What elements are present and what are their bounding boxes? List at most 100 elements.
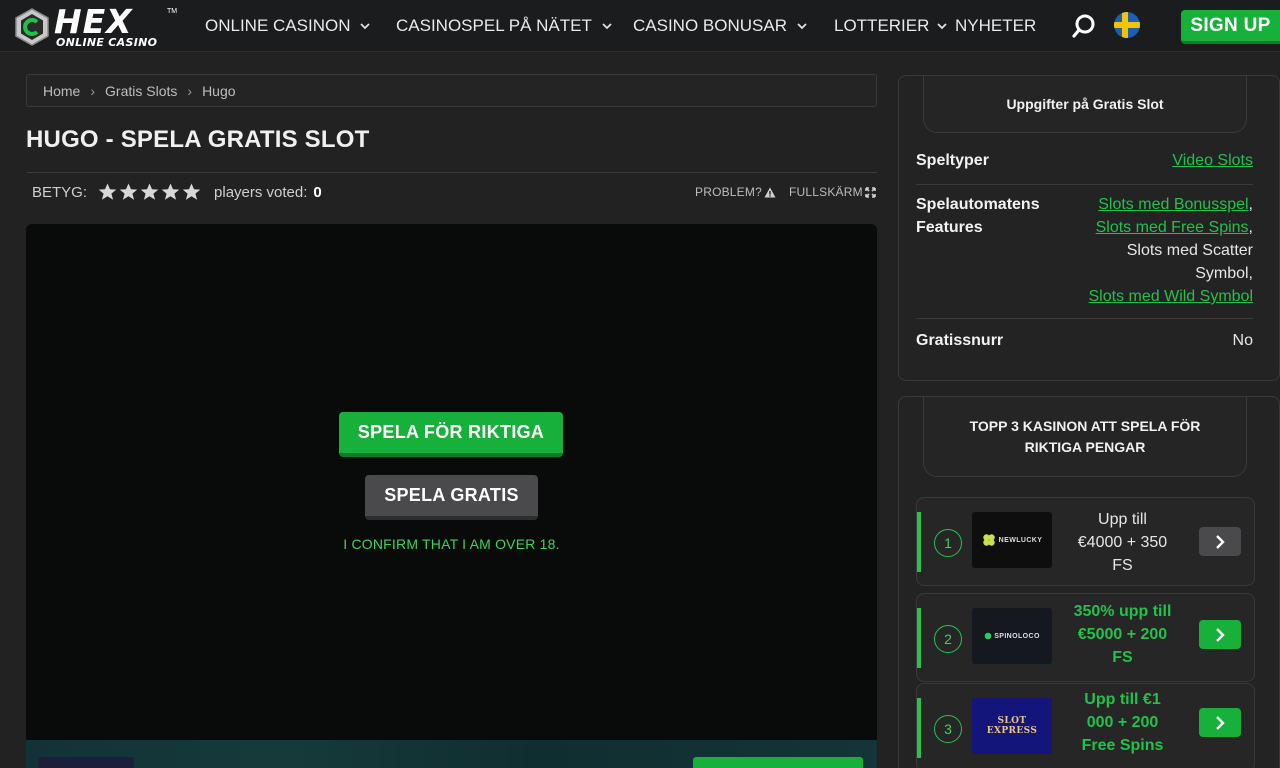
detail-key-line: Features: [916, 219, 983, 236]
play-real-money-button[interactable]: SPELA FÖR RIKTIGA: [339, 412, 563, 457]
site-header: HEX TM ONLINE CASINO ONLINE CASINON CASI…: [0, 0, 1280, 52]
panel-title-line: TOPP 3 KASINON ATT SPELA FÖR: [969, 417, 1201, 434]
wild-symbol-link[interactable]: Slots med Wild Symbol: [1089, 288, 1254, 305]
problem-label: PROBLEM?: [695, 185, 762, 199]
scatter-text-cont: Symbol,: [1195, 265, 1253, 282]
casino-logo-text: SLOT EXPRESS: [986, 716, 1038, 736]
chevron-right-icon: ›: [90, 82, 96, 99]
offer-line: 000 + 200: [1086, 714, 1159, 731]
game-frame: SPELA FÖR RIKTIGA SPELA GRATIS I CONFIRM…: [26, 224, 877, 740]
video-slots-link[interactable]: Video Slots: [1172, 152, 1253, 169]
divider: [916, 184, 1253, 185]
star-icon[interactable]: [97, 182, 118, 202]
breadcrumb-gratis-slots[interactable]: Gratis Slots: [105, 83, 177, 99]
casino-go-button[interactable]: [1199, 620, 1241, 649]
rank-badge: 1: [934, 529, 962, 557]
rank-badge: 3: [934, 715, 962, 743]
nav-label: ONLINE CASINON: [205, 16, 351, 35]
casino-logo[interactable]: SLOT EXPRESS: [972, 698, 1052, 754]
fullscreen-icon: [865, 186, 876, 198]
rating-label: BETYG:: [32, 183, 88, 201]
offer-line: Free Spins: [1081, 737, 1164, 754]
chevron-right-icon: [1216, 715, 1225, 730]
search-icon[interactable]: [1072, 13, 1096, 39]
offer-line: FS: [1112, 649, 1133, 666]
chevron-down-icon: [795, 19, 809, 33]
star-icon[interactable]: [139, 182, 160, 202]
nav-casino-bonusar[interactable]: CASINO BONUSAR: [633, 16, 809, 36]
banner-thumbnail[interactable]: [38, 757, 134, 768]
detail-key-line: Spelautomatens: [916, 196, 1040, 213]
casino-offer: Upp till €4000 + 350 FS: [1060, 508, 1185, 577]
fullscreen-link[interactable]: FULLSKÄRM: [789, 185, 876, 199]
offer-line: FS: [1112, 557, 1133, 574]
casino-go-button[interactable]: [1199, 708, 1241, 737]
chevron-down-icon: [935, 19, 949, 33]
card-accent: [917, 608, 921, 668]
slot-details-panel: Uppgifter på Gratis Slot Speltyper Video…: [898, 75, 1280, 381]
casino-card[interactable]: 3 SLOT EXPRESS Upp till €1 000 + 200 Fre…: [916, 683, 1255, 768]
play-free-button[interactable]: SPELA GRATIS: [365, 475, 538, 520]
logo-badge-icon: [15, 8, 49, 46]
rating-row: BETYG: players voted: 0: [32, 181, 322, 203]
sweden-flag-icon[interactable]: [1114, 12, 1140, 38]
casino-offer: Upp till €1 000 + 200 Free Spins: [1060, 688, 1185, 757]
scatter-text: Slots med Scatter: [1126, 242, 1253, 259]
banner-cta-button[interactable]: [693, 757, 863, 768]
casino-logo[interactable]: SPINOLOCO: [972, 608, 1052, 664]
detail-key: Speltyper: [916, 152, 989, 169]
clover-icon: [982, 534, 995, 546]
nav-label: CASINO BONUSAR: [633, 16, 787, 35]
casino-offer: 350% upp till €5000 + 200 FS: [1060, 600, 1185, 669]
offer-line: Upp till: [1098, 511, 1147, 528]
nav-lotterier[interactable]: LOTTERIER: [834, 16, 949, 36]
offer-line: 350% upp till: [1073, 603, 1172, 620]
nav-label: CASINOSPEL PÅ NÄTET: [396, 16, 592, 35]
star-icon[interactable]: [118, 182, 139, 202]
report-problem-link[interactable]: PROBLEM?: [695, 185, 776, 199]
casino-card[interactable]: 1 NEWLUCKY Upp till €4000 + 350 FS: [916, 497, 1255, 586]
casino-logo-text: NEWLUCKY: [998, 536, 1043, 544]
offer-line: €4000 + 350: [1077, 534, 1168, 551]
card-accent: [917, 512, 921, 572]
casino-logo-text: SPINOLOCO: [994, 632, 1040, 640]
warning-icon: [764, 187, 776, 197]
casino-card[interactable]: 2 SPINOLOCO 350% upp till €5000 + 200 FS: [916, 593, 1255, 682]
breadcrumb-current: Hugo: [202, 82, 236, 99]
players-voted-count: 0: [313, 183, 322, 201]
breadcrumb-home[interactable]: Home: [43, 83, 80, 99]
comma: ,: [1248, 219, 1253, 236]
breadcrumb: Home › Gratis Slots › Hugo: [26, 74, 877, 107]
free-spins-link[interactable]: Slots med Free Spins: [1096, 219, 1249, 236]
chevron-down-icon: [358, 19, 372, 33]
bonusspel-link[interactable]: Slots med Bonusspel: [1098, 196, 1248, 213]
panel-title: Uppgifter på Gratis Slot: [923, 76, 1247, 133]
card-accent: [917, 698, 921, 758]
site-logo[interactable]: HEX TM ONLINE CASINO: [14, 3, 179, 49]
divider: [26, 172, 877, 173]
detail-row-speltyper: Speltyper Video Slots: [916, 149, 1253, 173]
nav-label: NYHETER: [955, 16, 1037, 35]
detail-key: Gratissnurr: [916, 332, 1004, 349]
nav-online-casinon[interactable]: ONLINE CASINON: [205, 16, 372, 36]
players-voted-label: players voted:: [214, 183, 308, 201]
chevron-right-icon: ›: [187, 82, 193, 99]
detail-value: Slots med Bonusspel, Slots med Free Spin…: [1089, 193, 1254, 308]
star-icon[interactable]: [160, 182, 181, 202]
detail-row-features: Spelautomatens Features Slots med Bonuss…: [916, 193, 1253, 309]
panel-title-line: RIKTIGA PENGAR: [1024, 438, 1146, 455]
casino-logo[interactable]: NEWLUCKY: [972, 512, 1052, 568]
top-casinos-panel: TOPP 3 KASINON ATT SPELA FÖR RIKTIGA PEN…: [898, 396, 1280, 768]
nav-casinospel[interactable]: CASINOSPEL PÅ NÄTET: [396, 16, 614, 36]
chevron-right-icon: [1216, 627, 1225, 642]
sign-up-button[interactable]: SIGN UP: [1181, 10, 1280, 44]
nav-nyheter[interactable]: NYHETER: [955, 16, 1036, 36]
logo-dot-icon: [984, 632, 992, 640]
chevron-down-icon: [600, 19, 614, 33]
rating-stars[interactable]: [97, 182, 202, 202]
age-confirm-text: I CONFIRM THAT I AM OVER 18.: [343, 536, 560, 552]
detail-row-gratissnurr: Gratissnurr No: [916, 329, 1253, 353]
casino-go-button[interactable]: [1199, 527, 1241, 556]
star-icon[interactable]: [181, 182, 202, 202]
rank-badge: 2: [934, 625, 962, 653]
